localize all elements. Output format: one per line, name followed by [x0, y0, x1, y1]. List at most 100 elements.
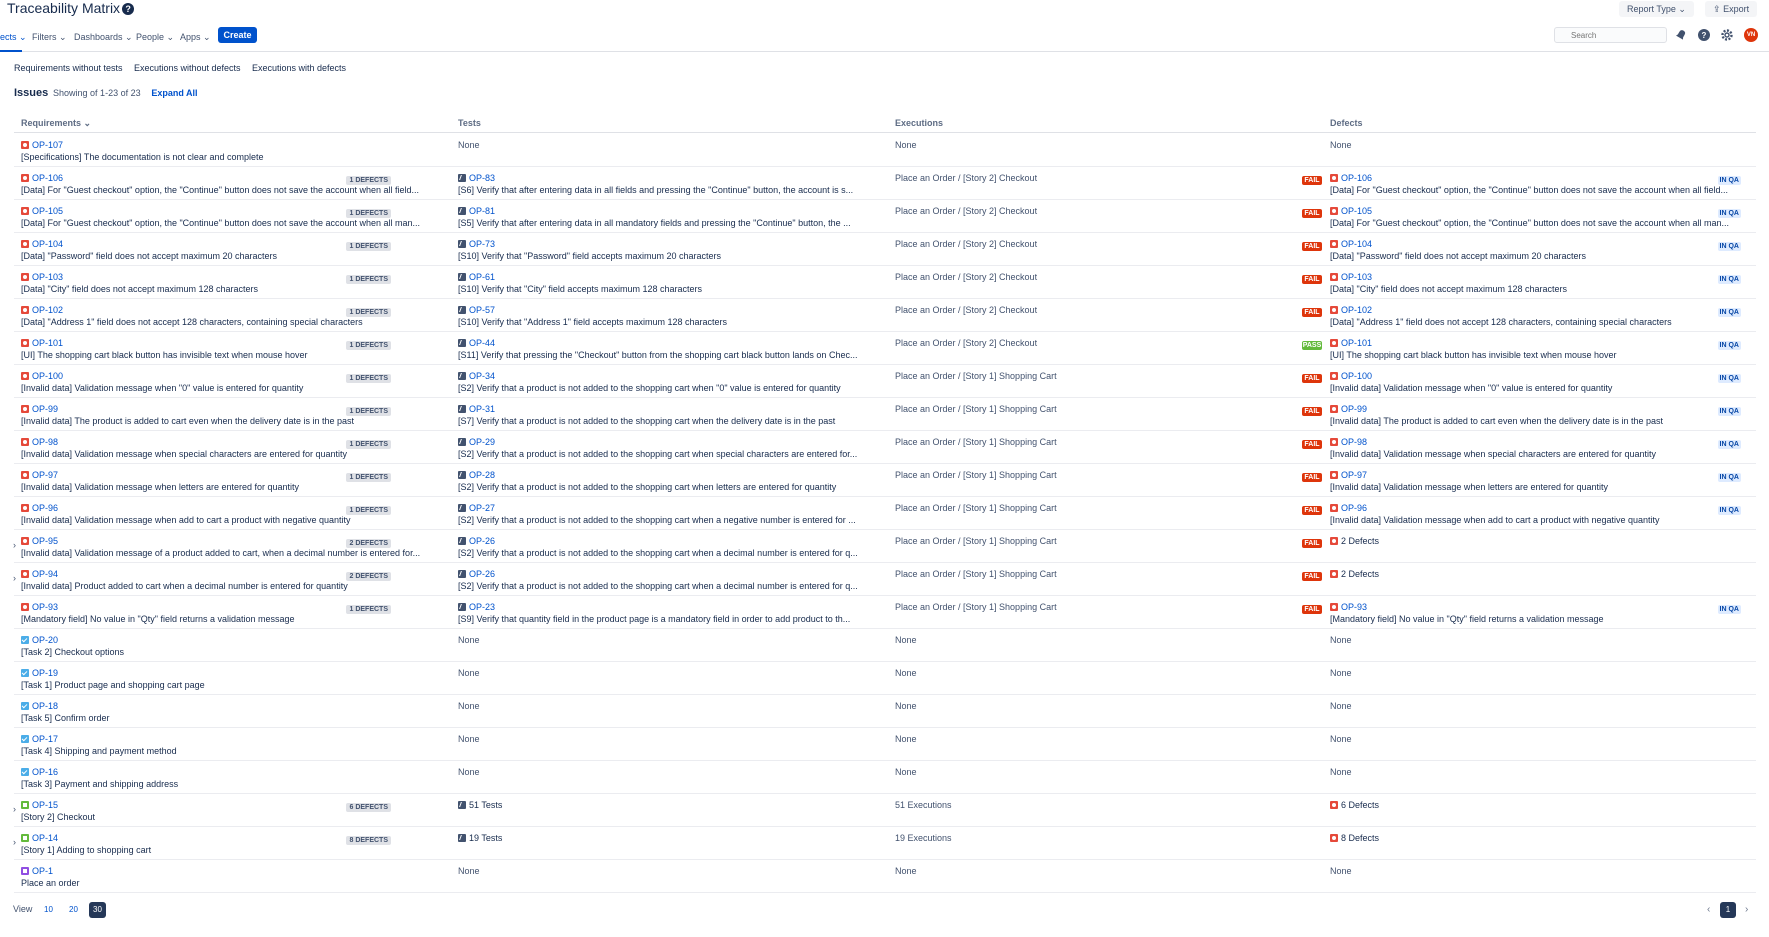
requirement-key[interactable]: OP-105	[21, 206, 63, 217]
requirement-key[interactable]: OP-97	[21, 470, 58, 481]
expand-row-chevron-icon[interactable]: ›	[13, 837, 16, 847]
requirement-key[interactable]: OP-15	[21, 800, 58, 811]
execution-name[interactable]: Place an Order / [Story 2] Checkout	[895, 272, 1037, 282]
execution-name[interactable]: 19 Executions	[895, 833, 952, 843]
tab-executions-without-defects[interactable]: Executions without defects	[134, 63, 241, 73]
page-number[interactable]: 1	[1720, 902, 1736, 918]
nav-item-filters[interactable]: Filters ⌄	[32, 32, 67, 43]
export-button[interactable]: ⇪ Export	[1705, 1, 1758, 17]
requirement-key[interactable]: OP-100	[21, 371, 63, 382]
prev-page-icon[interactable]: ‹	[1707, 904, 1710, 915]
execution-name[interactable]: Place an Order / [Story 1] Shopping Cart	[895, 404, 1057, 414]
requirement-key[interactable]: OP-104	[21, 239, 63, 250]
requirement-key[interactable]: OP-96	[21, 503, 58, 514]
expand-row-chevron-icon[interactable]: ›	[13, 540, 16, 550]
requirement-key[interactable]: OP-20	[21, 635, 58, 646]
execution-name[interactable]: Place an Order / [Story 2] Checkout	[895, 239, 1037, 249]
test-key[interactable]: OP-81	[458, 206, 495, 217]
execution-name[interactable]: 51 Executions	[895, 800, 952, 810]
execution-name[interactable]: Place an Order / [Story 2] Checkout	[895, 206, 1037, 216]
nav-item-apps[interactable]: Apps ⌄	[180, 32, 211, 43]
requirement-key[interactable]: OP-107	[21, 140, 63, 151]
defect-key[interactable]: 2 Defects	[1330, 536, 1379, 547]
execution-name[interactable]: Place an Order / [Story 1] Shopping Cart	[895, 602, 1057, 612]
requirement-key[interactable]: OP-98	[21, 437, 58, 448]
test-key[interactable]: OP-57	[458, 305, 495, 316]
test-key[interactable]: OP-28	[458, 470, 495, 481]
test-key[interactable]: OP-34	[458, 371, 495, 382]
requirement-key[interactable]: OP-18	[21, 701, 58, 712]
defect-key[interactable]: OP-97	[1330, 470, 1367, 481]
requirement-key[interactable]: OP-99	[21, 404, 58, 415]
requirement-key[interactable]: OP-16	[21, 767, 58, 778]
test-key[interactable]: OP-26	[458, 536, 495, 547]
defect-key[interactable]: OP-103	[1330, 272, 1372, 283]
defect-key[interactable]: OP-93	[1330, 602, 1367, 613]
test-key[interactable]: OP-26	[458, 569, 495, 580]
test-key[interactable]: OP-83	[458, 173, 495, 184]
defect-key[interactable]: OP-106	[1330, 173, 1372, 184]
notifications-icon[interactable]	[1674, 28, 1688, 42]
test-key[interactable]: OP-73	[458, 239, 495, 250]
test-key[interactable]: OP-31	[458, 404, 495, 415]
user-avatar[interactable]: VN	[1744, 28, 1758, 42]
create-button[interactable]: Create	[218, 27, 257, 43]
test-key[interactable]: OP-29	[458, 437, 495, 448]
help-icon[interactable]: ?	[1697, 28, 1711, 42]
defect-key[interactable]: OP-102	[1330, 305, 1372, 316]
execution-name[interactable]: Place an Order / [Story 1] Shopping Cart	[895, 371, 1057, 381]
expand-all-button[interactable]: Expand All	[151, 88, 197, 98]
next-page-icon[interactable]: ›	[1745, 904, 1748, 915]
help-icon[interactable]: ?	[122, 3, 135, 15]
defect-key[interactable]: 2 Defects	[1330, 569, 1379, 580]
test-key[interactable]: OP-27	[458, 503, 495, 514]
defect-key[interactable]: 8 Defects	[1330, 833, 1379, 844]
requirement-key[interactable]: OP-17	[21, 734, 58, 745]
requirement-key[interactable]: OP-103	[21, 272, 63, 283]
requirement-key[interactable]: OP-95	[21, 536, 58, 547]
expand-row-chevron-icon[interactable]: ›	[13, 573, 16, 583]
tab-requirements-without-tests[interactable]: Requirements without tests	[14, 63, 123, 73]
defect-key[interactable]: OP-98	[1330, 437, 1367, 448]
defect-key[interactable]: OP-99	[1330, 404, 1367, 415]
execution-name[interactable]: Place an Order / [Story 2] Checkout	[895, 173, 1037, 183]
test-key[interactable]: OP-23	[458, 602, 495, 613]
nav-item-people[interactable]: People ⌄	[136, 32, 174, 43]
execution-name[interactable]: Place an Order / [Story 1] Shopping Cart	[895, 536, 1057, 546]
defect-key[interactable]: OP-100	[1330, 371, 1372, 382]
execution-name[interactable]: Place an Order / [Story 2] Checkout	[895, 305, 1037, 315]
test-key[interactable]: OP-61	[458, 272, 495, 283]
defect-key[interactable]: OP-104	[1330, 239, 1372, 250]
requirement-key[interactable]: OP-101	[21, 338, 63, 349]
page-size-10[interactable]: 10	[40, 902, 57, 918]
execution-name[interactable]: Place an Order / [Story 2] Checkout	[895, 338, 1037, 348]
execution-name[interactable]: Place an Order / [Story 1] Shopping Cart	[895, 569, 1057, 579]
test-key[interactable]: 51 Tests	[458, 800, 502, 811]
test-key[interactable]: 19 Tests	[458, 833, 502, 844]
execution-name[interactable]: Place an Order / [Story 1] Shopping Cart	[895, 503, 1057, 513]
requirement-key[interactable]: OP-1	[21, 866, 53, 877]
requirement-key[interactable]: OP-106	[21, 173, 63, 184]
defect-key[interactable]: OP-101	[1330, 338, 1372, 349]
search-input[interactable]	[1554, 27, 1667, 43]
expand-row-chevron-icon[interactable]: ›	[13, 804, 16, 814]
execution-name[interactable]: Place an Order / [Story 1] Shopping Cart	[895, 470, 1057, 480]
column-header-requirements[interactable]: Requirements ⌄	[21, 118, 91, 129]
report-type-button[interactable]: Report Type ⌄	[1619, 1, 1694, 17]
page-size-20[interactable]: 20	[65, 902, 82, 918]
test-key[interactable]: OP-44	[458, 338, 495, 349]
defect-key[interactable]: OP-105	[1330, 206, 1372, 217]
defect-key[interactable]: OP-96	[1330, 503, 1367, 514]
requirement-key[interactable]: OP-19	[21, 668, 58, 679]
tab-executions-with-defects[interactable]: Executions with defects	[252, 63, 346, 73]
requirement-key[interactable]: OP-14	[21, 833, 58, 844]
requirement-key[interactable]: OP-102	[21, 305, 63, 316]
execution-name[interactable]: Place an Order / [Story 1] Shopping Cart	[895, 437, 1057, 447]
settings-gear-icon[interactable]	[1720, 28, 1734, 42]
defect-key[interactable]: 6 Defects	[1330, 800, 1379, 811]
nav-item-dashboards[interactable]: Dashboards ⌄	[74, 32, 133, 43]
nav-item-projects[interactable]: ects ⌄	[0, 32, 27, 43]
requirement-key[interactable]: OP-94	[21, 569, 58, 580]
requirement-key[interactable]: OP-93	[21, 602, 58, 613]
page-size-30[interactable]: 30	[89, 902, 106, 918]
